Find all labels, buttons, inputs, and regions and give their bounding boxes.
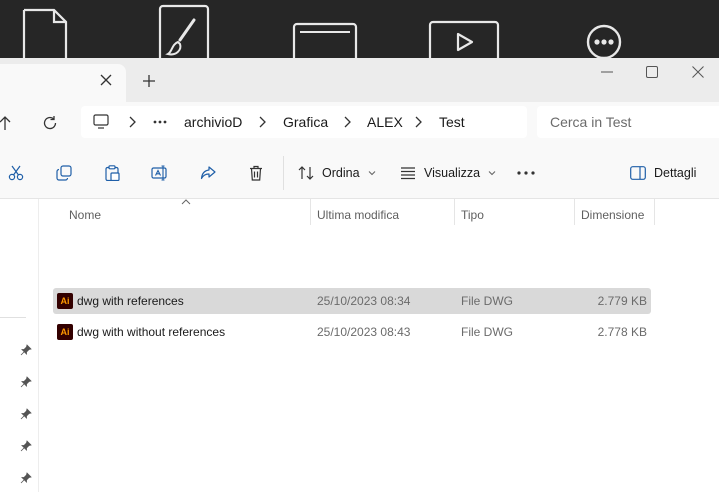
sort-button[interactable]: Ordina	[298, 160, 376, 186]
file-list-area: Nome Ultima modifica Tipo Dimensione Ai …	[0, 199, 719, 492]
column-header-modified[interactable]: Ultima modifica	[317, 203, 399, 227]
column-divider[interactable]	[454, 199, 455, 225]
close-window-button[interactable]	[676, 58, 719, 86]
file-row[interactable]: Ai dwg with references 25/10/2023 08:34 …	[53, 288, 651, 314]
chevron-right-icon[interactable]	[411, 114, 425, 130]
copy-icon[interactable]	[51, 160, 77, 186]
breadcrumb-alex[interactable]: ALEX	[367, 106, 403, 138]
tab-current-folder[interactable]	[0, 64, 126, 102]
browser-window-icon[interactable]	[292, 22, 358, 58]
breadcrumb-test[interactable]: Test	[439, 106, 465, 138]
search-input[interactable]: Cerca in Test	[537, 106, 719, 138]
more-commands-icon[interactable]	[513, 160, 539, 186]
close-tab-icon[interactable]	[98, 72, 114, 88]
file-name: dwg with without references	[77, 325, 226, 339]
view-button[interactable]: Visualizza	[400, 160, 496, 186]
refresh-icon[interactable]	[37, 110, 63, 136]
list-view-icon	[401, 167, 415, 180]
illustrator-file-icon: Ai	[57, 293, 73, 309]
chevron-down-icon	[488, 171, 496, 176]
sort-label: Ordina	[322, 166, 360, 180]
pin-icon[interactable]	[19, 439, 33, 453]
pin-icon[interactable]	[19, 407, 33, 421]
file-size: 2.778 KB	[597, 325, 647, 339]
file-row[interactable]: Ai dwg with without references 25/10/202…	[53, 319, 651, 345]
new-tab-button[interactable]	[139, 72, 159, 90]
column-divider[interactable]	[654, 199, 655, 225]
more-options-icon[interactable]	[584, 22, 624, 58]
file-modified: 25/10/2023 08:34	[317, 294, 411, 308]
chevron-right-icon[interactable]	[125, 114, 139, 130]
file-type: File DWG	[461, 294, 513, 308]
delete-icon[interactable]	[243, 160, 269, 186]
pin-icon[interactable]	[19, 343, 33, 357]
sort-ascending-icon	[181, 199, 191, 205]
pin-icon[interactable]	[19, 471, 33, 485]
chevron-right-icon[interactable]	[340, 114, 354, 130]
command-bar: Ordina Visualizza Dettagli	[0, 148, 719, 199]
navigation-pane[interactable]	[0, 199, 39, 492]
up-arrow-icon[interactable]	[0, 110, 18, 136]
view-label: Visualizza	[424, 166, 481, 180]
computer-icon[interactable]	[93, 114, 109, 130]
pin-icon[interactable]	[19, 375, 33, 389]
breadcrumb-grafica[interactable]: Grafica	[283, 106, 328, 138]
search-placeholder: Cerca in Test	[550, 114, 632, 130]
chevron-down-icon	[368, 171, 375, 176]
navigation-bar: archivioD Grafica ALEX Test Cerca in Tes…	[0, 102, 719, 148]
title-bar	[0, 58, 719, 102]
column-header-size[interactable]: Dimensione	[581, 203, 644, 227]
share-icon[interactable]	[195, 160, 221, 186]
video-player-icon[interactable]	[428, 20, 502, 58]
file-explorer-window: archivioD Grafica ALEX Test Cerca in Tes…	[0, 58, 719, 492]
paste-icon[interactable]	[99, 160, 125, 186]
column-divider[interactable]	[310, 199, 311, 225]
breadcrumb-archiviod[interactable]: archivioD	[184, 106, 242, 138]
file-size: 2.779 KB	[597, 294, 647, 308]
rename-icon[interactable]	[147, 160, 173, 186]
column-header-type[interactable]: Tipo	[461, 203, 484, 227]
minimize-button[interactable]	[585, 58, 629, 86]
document-icon[interactable]	[22, 8, 68, 58]
cut-icon[interactable]	[3, 160, 29, 186]
illustrator-file-icon: Ai	[57, 324, 73, 340]
column-header-name[interactable]: Nome	[69, 203, 101, 227]
file-name: dwg with references	[77, 294, 184, 308]
column-divider[interactable]	[574, 199, 575, 225]
nav-pane-divider	[0, 317, 26, 318]
address-bar[interactable]: archivioD Grafica ALEX Test	[81, 106, 527, 138]
chevron-right-icon[interactable]	[255, 114, 269, 130]
more-crumbs-icon[interactable]	[153, 120, 167, 124]
sort-icon	[298, 166, 314, 180]
toolbar-divider	[283, 156, 284, 190]
maximize-button[interactable]	[630, 58, 674, 86]
details-pane-button[interactable]: Dettagli	[630, 160, 696, 186]
details-label: Dettagli	[654, 166, 697, 180]
desktop-background	[0, 0, 719, 58]
paint-brush-icon[interactable]	[158, 4, 212, 58]
file-modified: 25/10/2023 08:43	[317, 325, 411, 339]
file-type: File DWG	[461, 325, 513, 339]
details-pane-icon	[630, 166, 646, 180]
